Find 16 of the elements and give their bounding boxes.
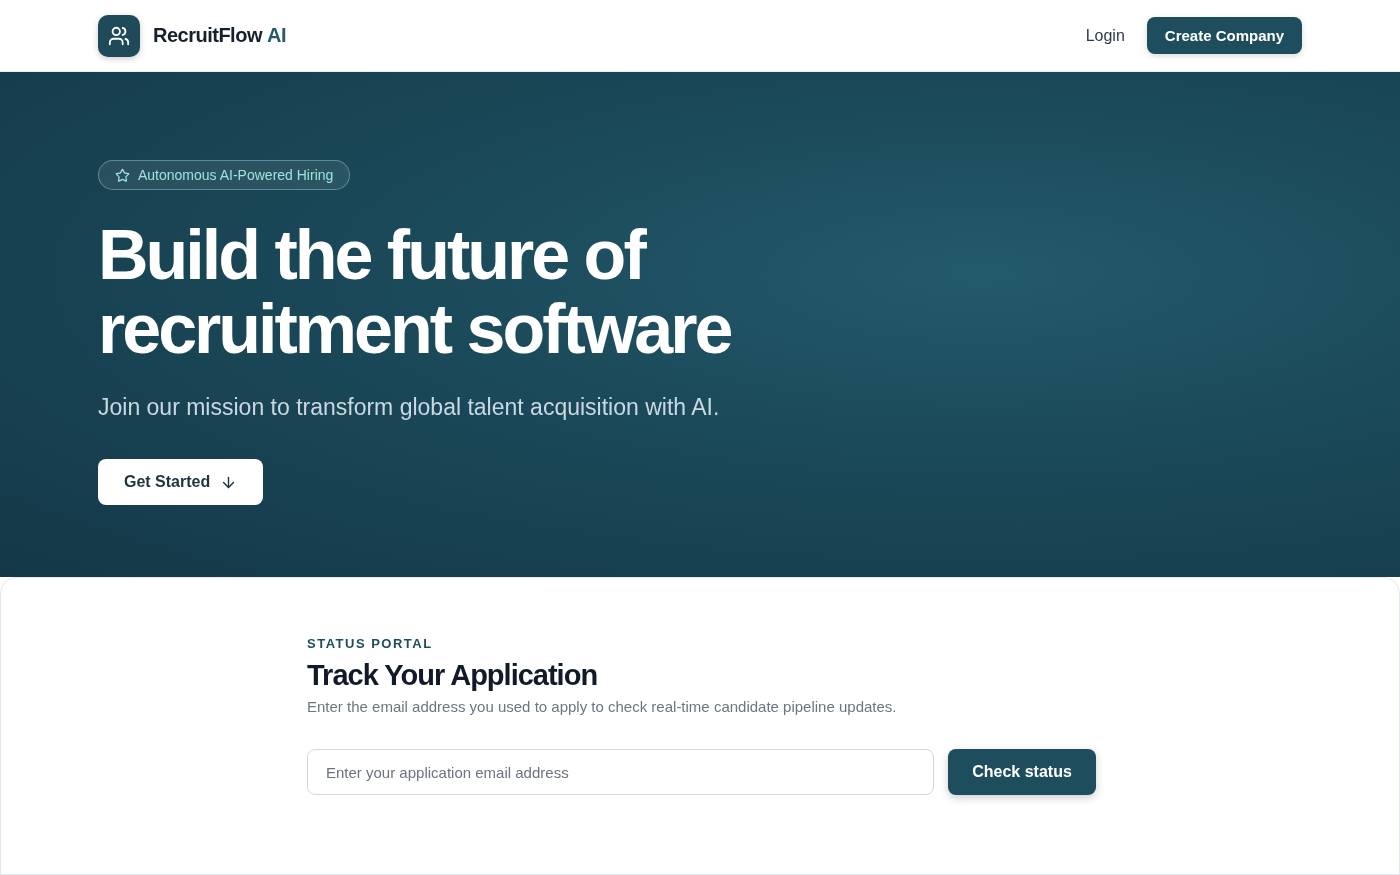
get-started-button[interactable]: Get Started (98, 459, 264, 505)
create-company-button[interactable]: Create Company (1146, 17, 1302, 54)
check-status-button[interactable]: Check status (948, 749, 1096, 795)
badge-text: Autonomous AI-Powered Hiring (138, 167, 334, 183)
brand-suffix: AI (266, 24, 286, 46)
email-input-field[interactable]: Enter your application email address (307, 749, 934, 795)
section-description: Enter the email address you used to apply to check real-time candidate pipeline updates. (307, 698, 898, 715)
hero-subtitle: Join our mission to transform global talent acquisition with AI. (98, 394, 720, 421)
hero-headline: Build the future of (98, 218, 646, 292)
section-eyebrow: STATUS PORTAL (307, 636, 434, 651)
star-icon (115, 167, 130, 183)
login-link[interactable]: Login (1085, 26, 1125, 45)
section-title: Track Your Application (307, 659, 599, 692)
logo-icon (98, 14, 140, 57)
brand-name: RecruitFlow (153, 24, 262, 46)
hero-headline: recruitment software (98, 292, 731, 366)
